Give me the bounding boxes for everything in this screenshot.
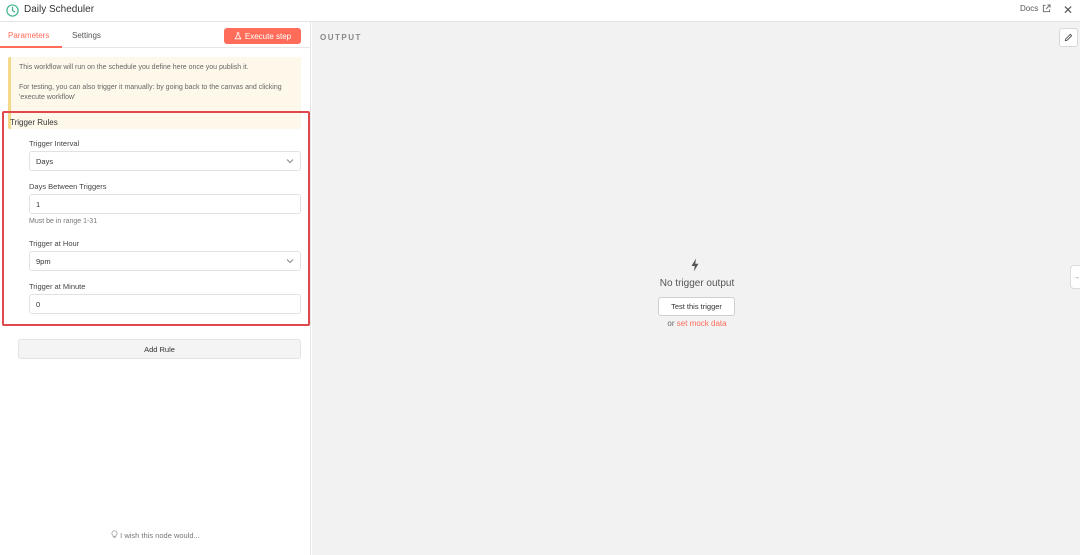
feedback-label: I wish this node would... (120, 531, 200, 540)
pencil-icon (1064, 33, 1073, 42)
tab-bar: Parameters Settings Execute step (0, 22, 311, 48)
trigger-hour-label: Trigger at Hour (29, 239, 80, 248)
days-between-value: 1 (36, 199, 41, 209)
lightning-icon (691, 258, 699, 272)
feedback-link[interactable]: I wish this node would... (0, 530, 311, 540)
trigger-interval-label: Trigger Interval (29, 139, 80, 148)
trigger-hour-value: 9pm (36, 256, 51, 266)
days-between-label: Days Between Triggers (29, 182, 107, 191)
output-title: OUTPUT (320, 33, 362, 42)
clock-icon (6, 4, 19, 17)
flask-icon (234, 32, 242, 40)
days-between-input[interactable]: 1 (29, 194, 301, 214)
trigger-minute-input[interactable]: 0 (29, 294, 301, 314)
active-tab-indicator (0, 46, 62, 48)
close-button[interactable]: ✕ (1063, 2, 1073, 18)
set-mock-data-link[interactable]: set mock data (677, 319, 727, 328)
trigger-rules-title: Trigger Rules (10, 118, 58, 127)
tab-settings[interactable]: Settings (72, 31, 101, 40)
test-trigger-button[interactable]: Test this trigger (658, 297, 735, 316)
chevron-down-icon (286, 259, 294, 264)
trigger-interval-value: Days (36, 156, 54, 166)
execute-step-button[interactable]: Execute step (224, 28, 301, 44)
trigger-minute-label: Trigger at Minute (29, 282, 86, 291)
external-link-icon[interactable] (1042, 4, 1051, 13)
no-output-title: No trigger output (659, 278, 735, 289)
or-text: or (667, 319, 675, 328)
trigger-rules-section: Trigger Rules Trigger Interval Days Days… (2, 111, 310, 326)
lightbulb-icon (111, 530, 118, 538)
collapse-panel-tab[interactable]: → (1070, 265, 1080, 289)
output-panel: OUTPUT No trigger output Test this trigg… (312, 22, 1080, 555)
days-range-hint: Must be in range 1-31 (29, 218, 98, 225)
trigger-minute-value: 0 (36, 299, 41, 309)
execute-step-label: Execute step (244, 31, 292, 41)
trigger-hour-select[interactable]: 9pm (29, 251, 301, 271)
chevron-down-icon (286, 159, 294, 164)
notice-line-testing: For testing, you can also trigger it man… (19, 84, 282, 101)
node-title: Daily Scheduler (24, 4, 95, 15)
header-bar: Daily Scheduler Docs ✕ (0, 0, 1080, 22)
trigger-interval-select[interactable]: Days (29, 151, 301, 171)
notice-line-publish: This workflow will run on the schedule y… (19, 64, 249, 71)
tab-parameters[interactable]: Parameters (8, 31, 49, 40)
add-rule-button[interactable]: Add Rule (18, 339, 301, 359)
edit-output-button[interactable] (1059, 28, 1078, 47)
docs-link[interactable]: Docs (1020, 4, 1038, 13)
parameters-panel: Parameters Settings Execute step This wo… (0, 22, 311, 555)
mock-data-row: or set mock data (312, 319, 1080, 328)
